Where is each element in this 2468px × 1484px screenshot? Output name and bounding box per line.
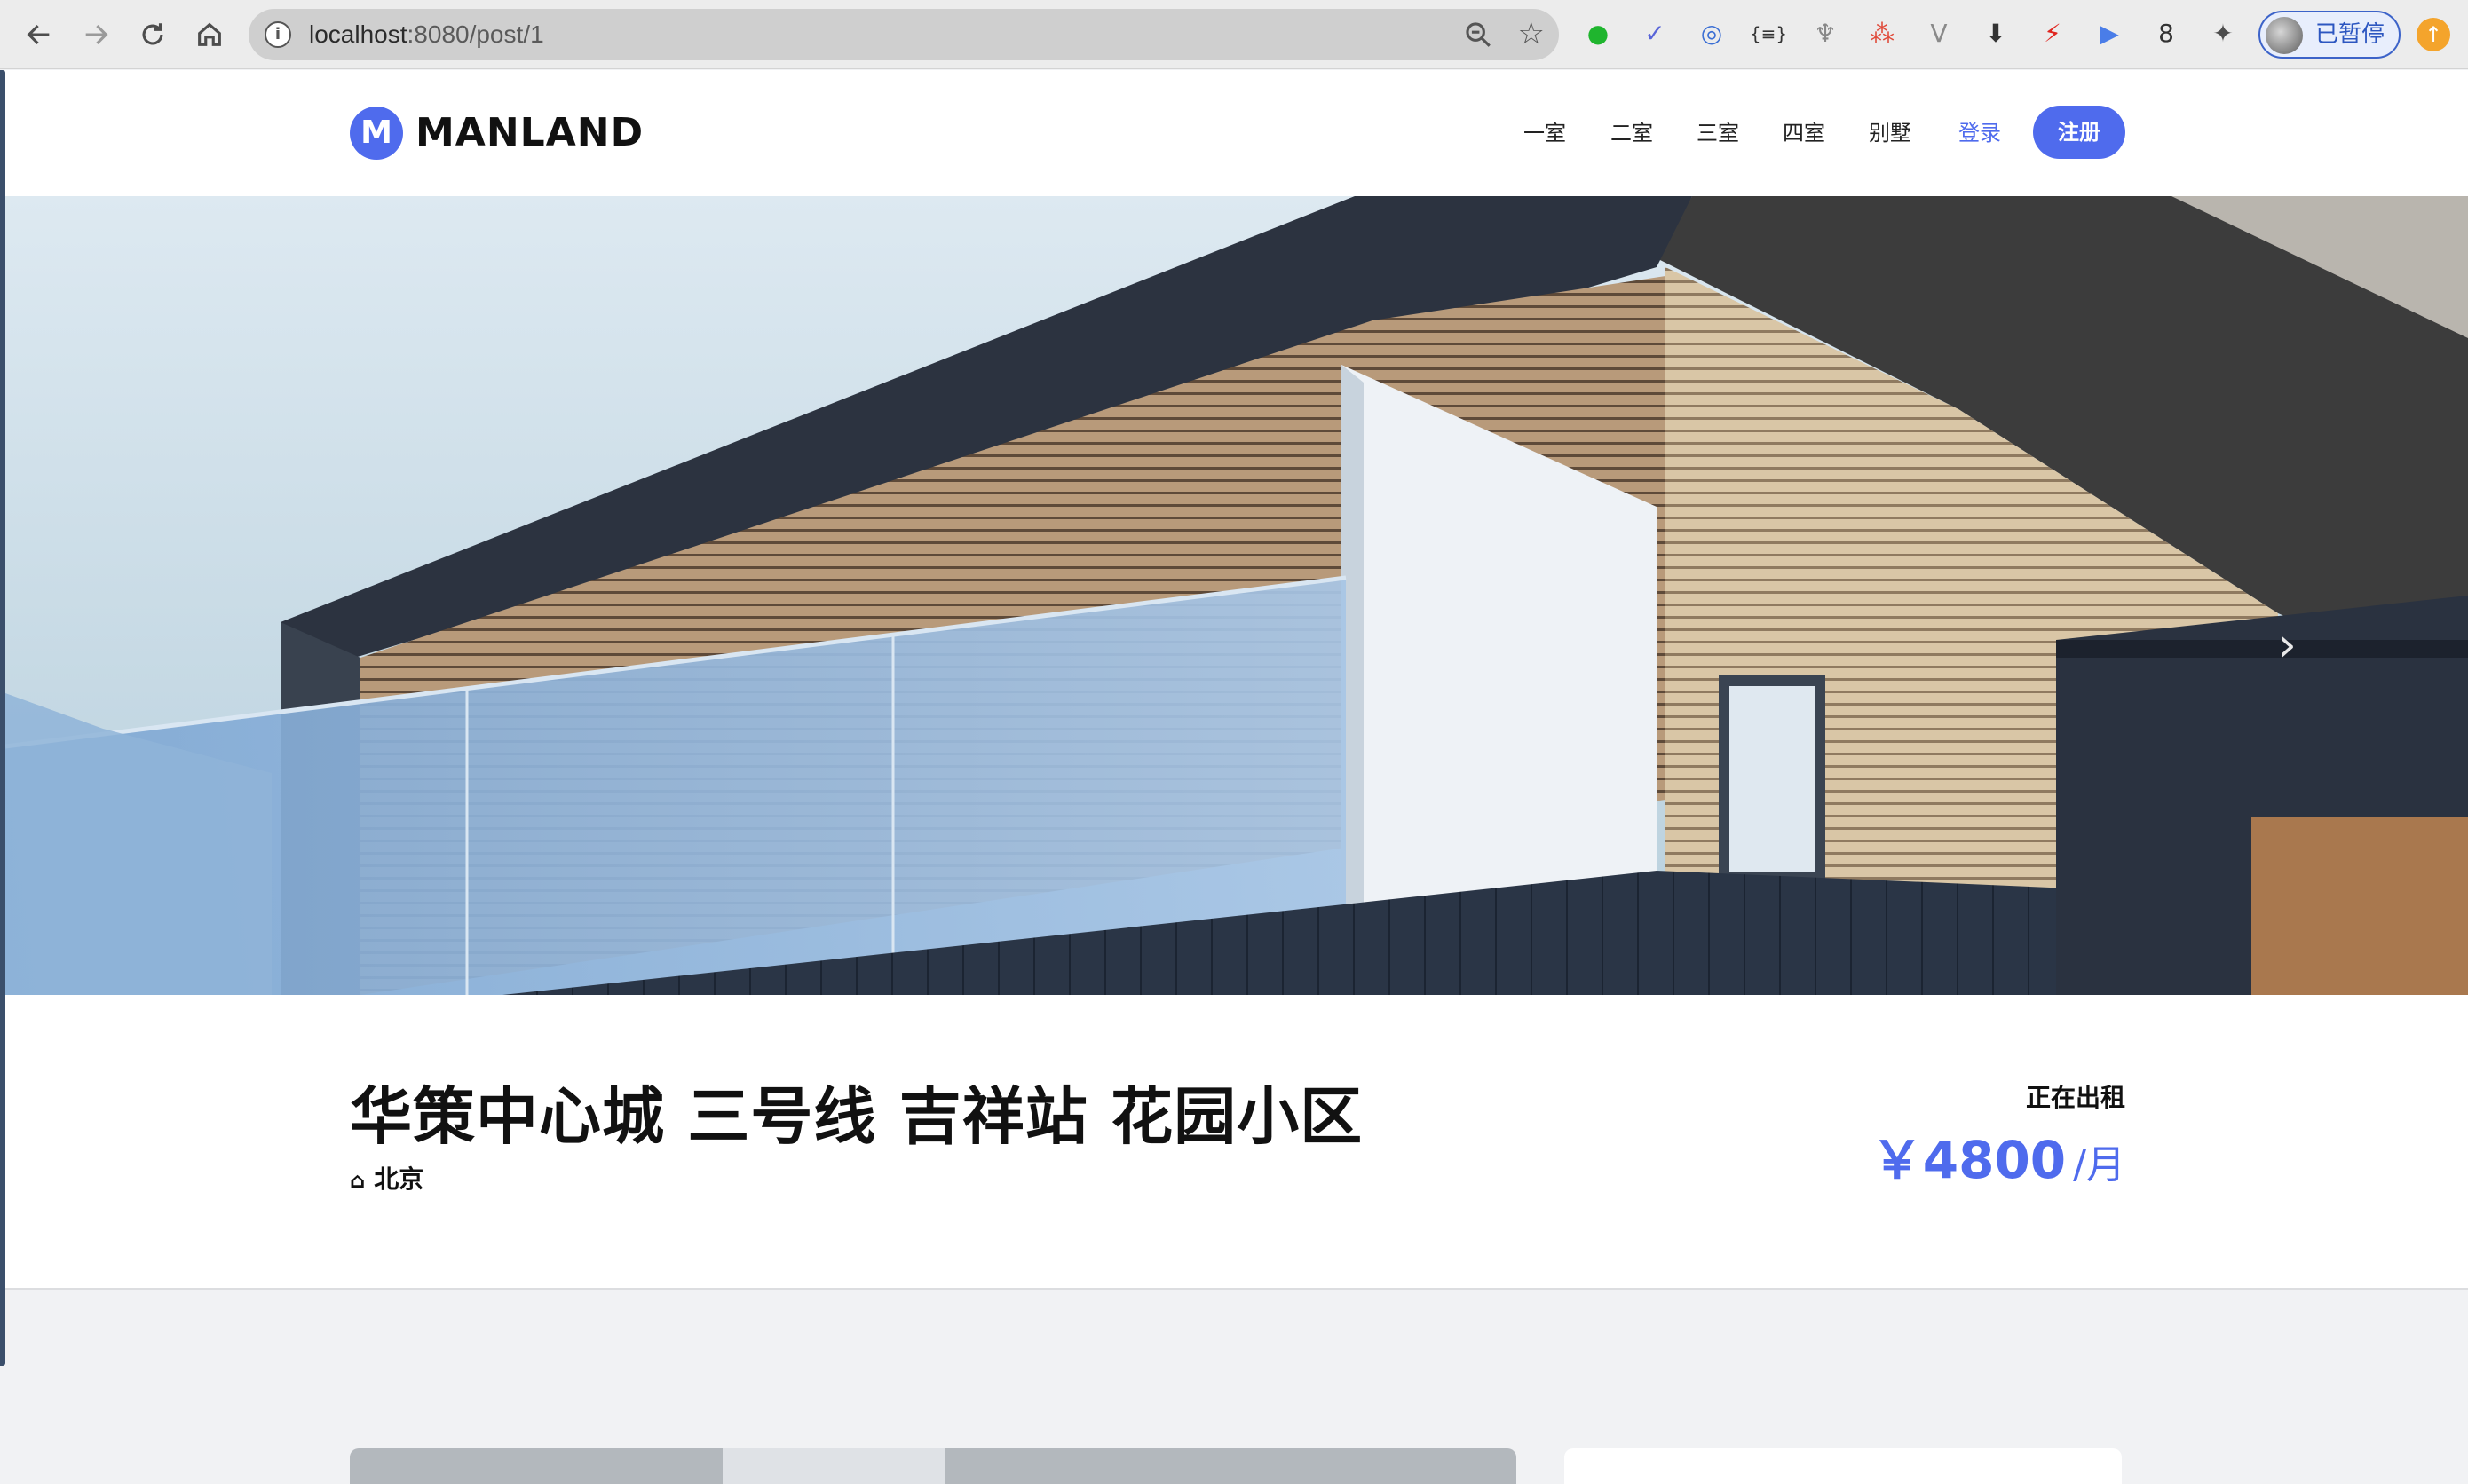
extension-bolt-icon[interactable]: ⚡ [2033,14,2072,53]
site-logo[interactable]: M MANLAND [350,106,644,161]
reload-icon [142,23,163,45]
logo-mark-icon: M [350,107,403,160]
zoom-icon[interactable] [1463,20,1493,50]
login-link[interactable]: 登录 [1958,111,2001,155]
home-icon: ⌂ [350,1168,366,1193]
listing-price: ￥4800/月 [1871,1125,2125,1201]
extensions-puzzle-icon[interactable]: ✦ [2203,14,2243,53]
extension-json-icon[interactable]: {≡} [1749,14,1788,53]
forward-arrow-icon [85,24,108,45]
house-photo [5,196,2468,995]
site-info-icon[interactable]: i [265,21,291,48]
carousel-next-icon[interactable]: › [2278,622,2297,668]
logo-text: MANLAND [415,110,645,155]
profile-status: 已暂停 [2315,21,2385,48]
nav-two-room[interactable]: 二室 [1610,111,1653,155]
url-host: localhost [309,20,407,48]
forward-button[interactable] [69,0,123,69]
sidebar-card [1564,1448,2122,1484]
hero-carousel[interactable]: › [5,196,2468,995]
price-amount: ￥4800 [1871,1130,2067,1190]
extension-download-icon[interactable]: ⬇ [1976,14,2015,53]
browser-toolbar: i localhost:8080/post/1 ☆ ● ✓ ◎ {≡} ♆ ⁂ … [0,0,2468,69]
profile-button[interactable]: 已暂停 [2258,11,2401,59]
extension-shield-icon[interactable]: ♆ [1806,14,1845,53]
reload-button[interactable] [126,0,179,69]
signup-button[interactable]: 注册 [2033,106,2125,159]
url-path: :8080/post/1 [407,20,544,48]
avatar [2266,17,2303,54]
extension-v-icon[interactable]: V [1919,14,1958,53]
url-text[interactable]: localhost:8080/post/1 [309,9,544,60]
home-button[interactable] [183,0,236,69]
nav-three-room[interactable]: 三室 [1697,111,1739,155]
extension-green-icon[interactable]: ● [1578,14,1618,53]
bookmark-star-icon[interactable]: ☆ [1518,18,1545,50]
extension-8-icon[interactable]: 8 [2147,14,2186,53]
home-icon [198,22,221,46]
extension-translate-icon[interactable]: ◎ [1692,14,1731,53]
rental-status: 正在出租 [2025,1083,2125,1112]
back-arrow-icon [27,24,50,45]
listing-location: ⌂ 北京 [350,1162,423,1198]
location-text: 北京 [374,1164,424,1194]
gallery-image [723,1448,945,1484]
site-header: M MANLAND 一室 二室 三室 四室 别墅 登录 注册 [5,70,2468,196]
gallery-card [350,1448,1516,1484]
nav-one-room[interactable]: 一室 [1523,111,1566,155]
price-unit: /月 [2073,1142,2125,1188]
extension-nodes-icon[interactable]: ⁂ [1863,14,1902,53]
extension-check-icon[interactable]: ✓ [1635,14,1674,53]
listing-title: 华策中心城 三号线 吉祥站 花园小区 [350,1080,1364,1153]
back-button[interactable] [12,0,66,69]
nav-four-room[interactable]: 四室 [1783,111,1825,155]
update-icon[interactable]: ↑ [2417,18,2450,51]
listing-summary: 华策中心城 三号线 吉祥站 花园小区 ⌂ 北京 正在出租 ￥4800/月 [5,995,2468,1290]
extension-play-icon[interactable]: ▶ [2090,14,2129,53]
site: M MANLAND 一室 二室 三室 四室 别墅 登录 注册 › 华策中心城 三… [0,70,2468,1482]
address-bar[interactable]: i localhost:8080/post/1 ☆ [249,9,1559,60]
nav-villa[interactable]: 别墅 [1869,111,1911,155]
